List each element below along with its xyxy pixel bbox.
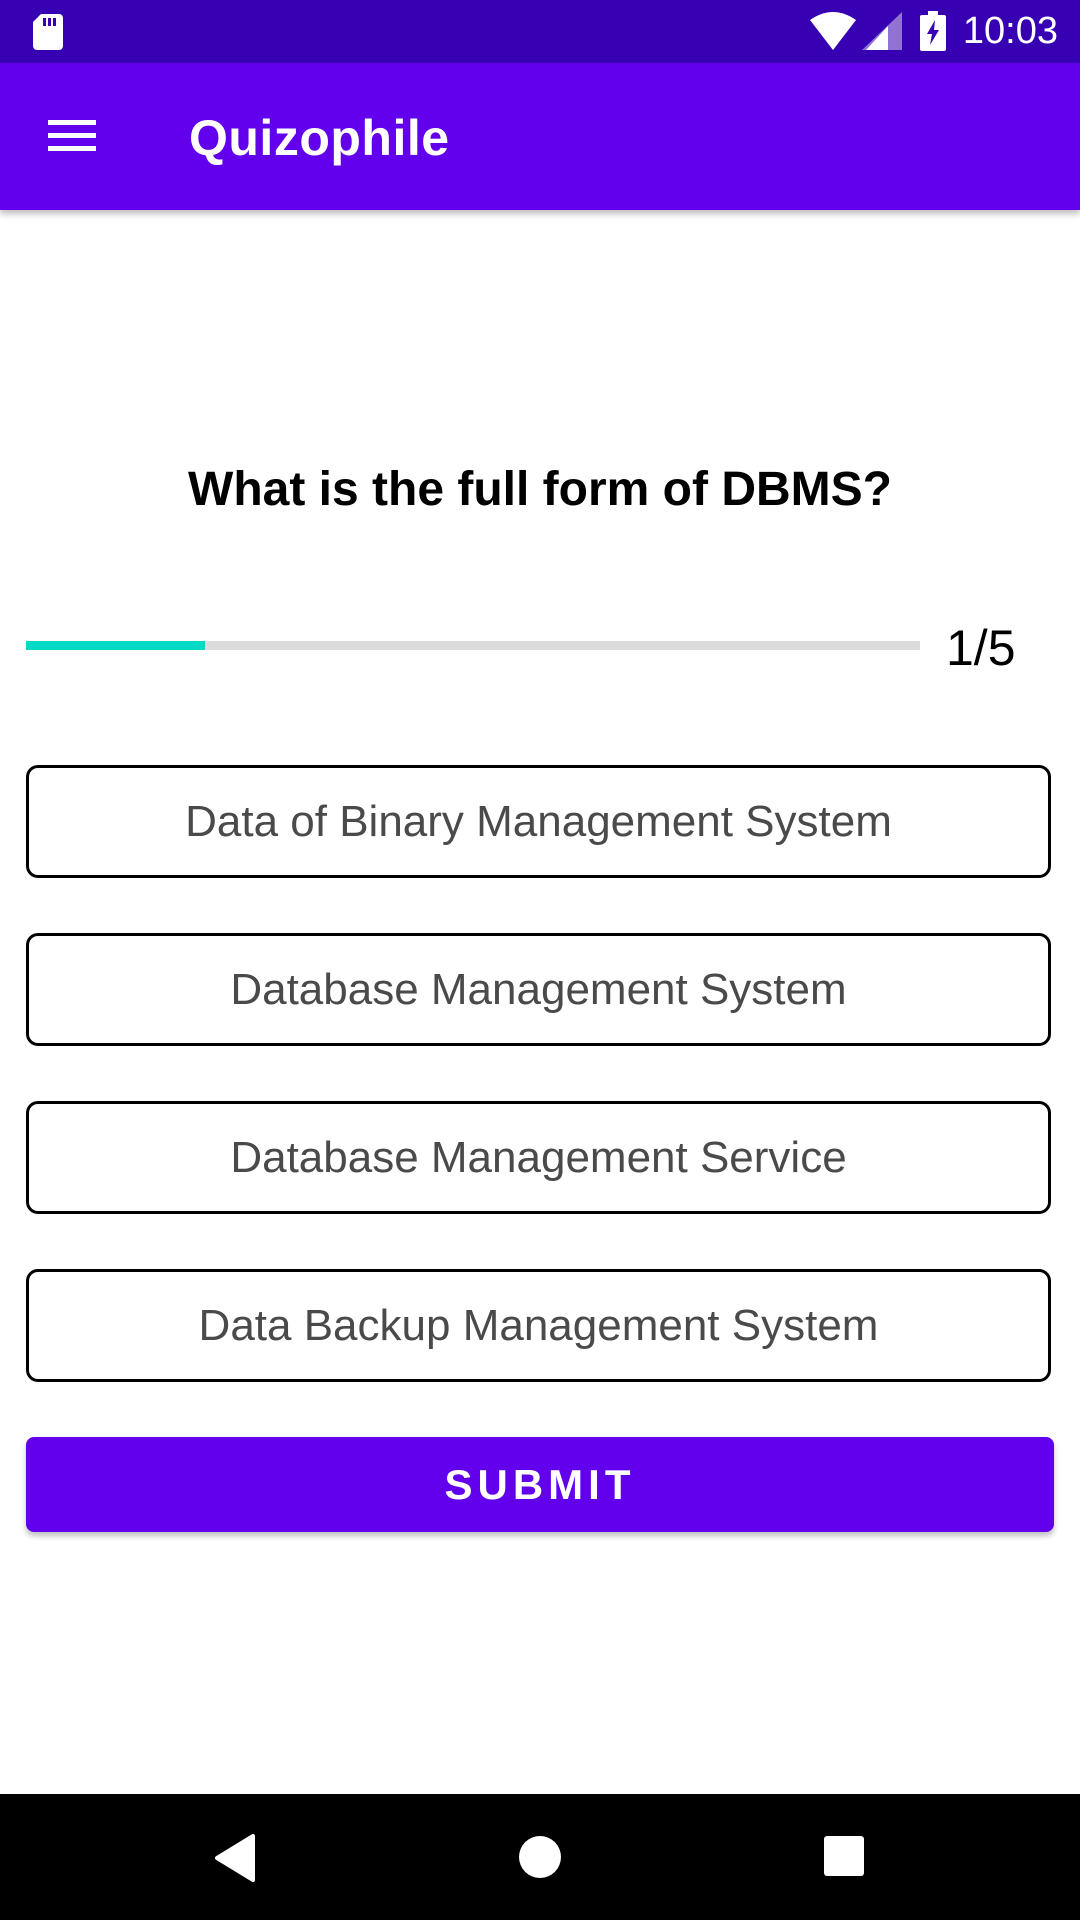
question-text: What is the full form of DBMS? [188, 463, 892, 516]
submit-button[interactable]: SUBMIT [26, 1437, 1054, 1532]
answer-option-1[interactable]: Data of Binary Management System [26, 765, 1051, 878]
answer-option-label: Database Management System [230, 964, 847, 1014]
wifi-icon [810, 12, 856, 50]
system-nav-bar [0, 1794, 1080, 1920]
answer-option-4[interactable]: Data Backup Management System [26, 1269, 1051, 1382]
battery-charging-icon [920, 11, 946, 51]
quiz-progress-bar [26, 641, 920, 650]
app-bar: Quizophile [0, 63, 1080, 210]
answer-option-label: Database Management Service [230, 1132, 847, 1182]
status-bar: 10:03 [0, 0, 1080, 63]
home-icon[interactable] [518, 1835, 562, 1879]
hamburger-menu-icon[interactable] [46, 114, 98, 158]
quiz-progress-fill [26, 641, 205, 650]
answer-option-label: Data Backup Management System [198, 1300, 879, 1350]
cell-signal-icon [862, 12, 902, 50]
answer-option-3[interactable]: Database Management Service [26, 1101, 1051, 1214]
answer-option-2[interactable]: Database Management System [26, 933, 1051, 1046]
quiz-screen: 10:03 Quizophile What is the full form o… [0, 0, 1080, 1920]
sd-card-icon [33, 14, 63, 50]
answer-option-label: Data of Binary Management System [185, 796, 892, 846]
recents-icon[interactable] [823, 1835, 865, 1877]
progress-counter: 1/5 [946, 620, 1016, 676]
back-icon[interactable] [213, 1834, 257, 1882]
app-title: Quizophile [189, 110, 450, 166]
submit-button-label: SUBMIT [444, 1460, 636, 1508]
status-clock: 10:03 [962, 10, 1058, 52]
